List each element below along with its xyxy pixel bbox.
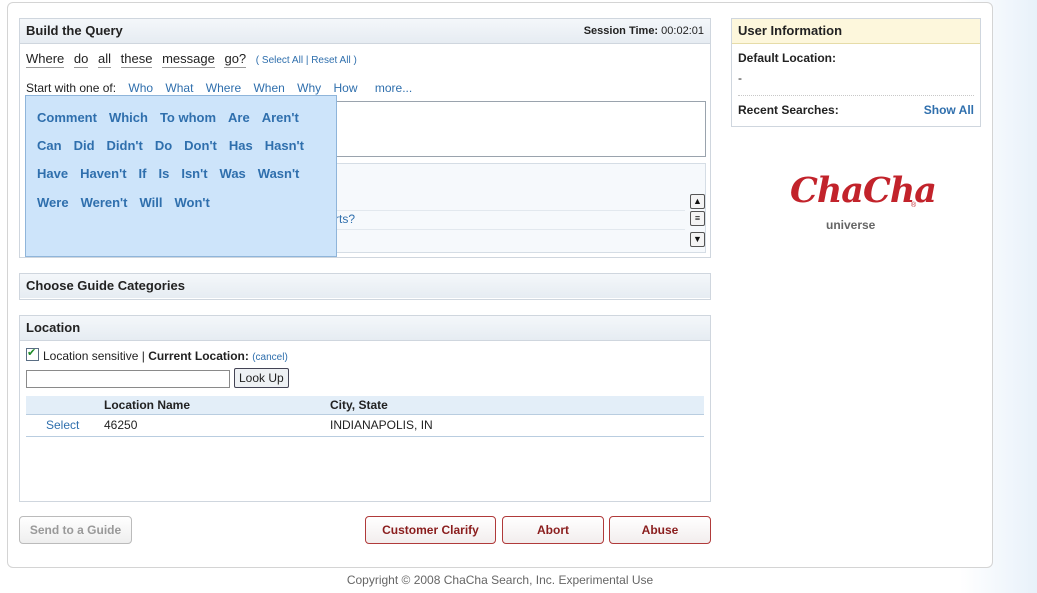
query-words: Where do all these message go? ( Select … xyxy=(26,51,357,68)
start-word-link[interactable]: What xyxy=(165,81,193,95)
popup-word[interactable]: To whom xyxy=(160,110,216,125)
location-name-cell: 46250 xyxy=(104,418,138,432)
query-word[interactable]: Where xyxy=(26,51,65,68)
session-value: 00:02:01 xyxy=(661,25,704,37)
scroll-thumb-icon[interactable]: ≡ xyxy=(690,211,705,226)
scroll-down-icon[interactable]: ▼ xyxy=(690,232,705,247)
popup-word[interactable]: Have xyxy=(37,166,68,181)
start-with-row: Start with one of: Who What Where When W… xyxy=(26,81,412,95)
start-word-link[interactable]: Why xyxy=(297,81,321,95)
popup-word[interactable]: Isn't xyxy=(181,166,207,181)
cancel-location-link[interactable]: (cancel) xyxy=(252,352,288,363)
popup-row: Comment Which To whom Are Aren't xyxy=(37,110,311,125)
start-word-link[interactable]: How xyxy=(334,81,358,95)
footer-copyright: Copyright © 2008 ChaCha Search, Inc. Exp… xyxy=(346,573,654,587)
chacha-logo: ChaCha ® universe xyxy=(790,170,937,234)
col-city-state: City, State xyxy=(330,398,388,412)
logo-subtitle: universe xyxy=(826,218,876,232)
table-row: Select 46250 INDIANAPOLIS, IN xyxy=(26,415,704,437)
popup-word[interactable]: Will xyxy=(139,195,162,210)
logo-registered: ® xyxy=(911,202,917,209)
guide-categories-panel[interactable]: Choose Guide Categories xyxy=(19,273,711,300)
divider xyxy=(738,95,974,96)
select-location-link[interactable]: Select xyxy=(46,418,79,432)
popup-word[interactable]: Didn't xyxy=(107,138,143,153)
look-up-button[interactable]: Look Up xyxy=(234,368,289,388)
default-location-label: Default Location: xyxy=(738,51,836,65)
popup-word[interactable]: Won't xyxy=(174,195,209,210)
popup-row: Can Did Didn't Do Don't Has Hasn't xyxy=(37,138,316,153)
recent-searches-label: Recent Searches: xyxy=(738,103,839,117)
location-panel: Location Location sensitive | Current Lo… xyxy=(19,315,711,502)
popup-word[interactable]: Are xyxy=(228,110,250,125)
user-info-title: User Information xyxy=(732,19,980,44)
popup-word[interactable]: Was xyxy=(220,166,246,181)
more-words-popup: Comment Which To whom Are Aren't Can Did Didn'… xyxy=(25,95,337,257)
current-location-label: Current Location: xyxy=(148,349,249,363)
popup-word[interactable]: Did xyxy=(74,138,95,153)
col-location-name: Location Name xyxy=(104,398,191,412)
location-table-header: Location Name City, State xyxy=(26,396,704,415)
query-word[interactable]: these xyxy=(120,51,153,68)
popup-word[interactable]: Don't xyxy=(184,138,217,153)
popup-row: Have Haven't If Is Isn't Was Wasn't xyxy=(37,166,311,181)
popup-word[interactable]: Can xyxy=(37,138,62,153)
guide-categories-title[interactable]: Choose Guide Categories xyxy=(20,274,710,298)
send-to-guide-button[interactable]: Send to a Guide xyxy=(19,516,132,544)
select-all-link[interactable]: Select All xyxy=(262,55,303,66)
reset-all-link[interactable]: Reset All xyxy=(311,55,350,66)
location-title: Location xyxy=(20,316,710,341)
query-word[interactable]: do xyxy=(73,51,89,68)
popup-word[interactable]: Weren't xyxy=(81,195,128,210)
session-label: Session Time: xyxy=(583,25,659,37)
default-location-value: - xyxy=(738,71,742,85)
abuse-button[interactable]: Abuse xyxy=(609,516,711,544)
build-query-header: Build the Query Session Time: 00:02:01 xyxy=(20,19,710,44)
start-with-label: Start with one of: xyxy=(26,81,117,95)
popup-word[interactable]: Is xyxy=(158,166,169,181)
location-sensitive-checkbox[interactable] xyxy=(26,346,39,361)
abort-button[interactable]: Abort xyxy=(502,516,604,544)
more-link[interactable]: more... xyxy=(375,81,412,95)
select-reset-links: ( Select All | Reset All ) xyxy=(255,55,357,66)
query-word[interactable]: all xyxy=(98,51,112,68)
customer-clarify-button[interactable]: Customer Clarify xyxy=(365,516,496,544)
popup-word[interactable]: Were xyxy=(37,195,69,210)
location-sensitive-row: Location sensitive | Current Location: (… xyxy=(26,346,288,363)
popup-word[interactable]: Which xyxy=(109,110,148,125)
start-word-link[interactable]: Where xyxy=(206,81,241,95)
popup-row: Were Weren't Will Won't xyxy=(37,195,222,210)
popup-word[interactable]: Hasn't xyxy=(265,138,304,153)
start-word-link[interactable]: Who xyxy=(128,81,153,95)
popup-word[interactable]: Haven't xyxy=(80,166,126,181)
show-all-link[interactable]: Show All xyxy=(924,103,974,117)
popup-word[interactable]: Wasn't xyxy=(258,166,300,181)
popup-word[interactable]: Do xyxy=(155,138,172,153)
query-word[interactable]: go? xyxy=(224,51,247,68)
location-search-input[interactable] xyxy=(26,370,230,388)
city-state-cell: INDIANAPOLIS, IN xyxy=(330,418,433,432)
session-time: Session Time: 00:02:01 xyxy=(584,19,704,43)
scroll-up-icon[interactable]: ▲ xyxy=(690,194,705,209)
start-word-link[interactable]: When xyxy=(253,81,284,95)
suggestion-text[interactable]: rts? xyxy=(335,212,355,226)
build-query-title: Build the Query xyxy=(26,23,123,38)
popup-word[interactable]: Aren't xyxy=(262,110,299,125)
user-info-panel: User Information Default Location: - Rec… xyxy=(731,18,981,127)
popup-word[interactable]: Comment xyxy=(37,110,97,125)
popup-word[interactable]: Has xyxy=(229,138,253,153)
location-sensitive-label: Location sensitive | xyxy=(43,349,145,363)
query-word[interactable]: message xyxy=(162,51,215,68)
popup-word[interactable]: If xyxy=(139,166,147,181)
